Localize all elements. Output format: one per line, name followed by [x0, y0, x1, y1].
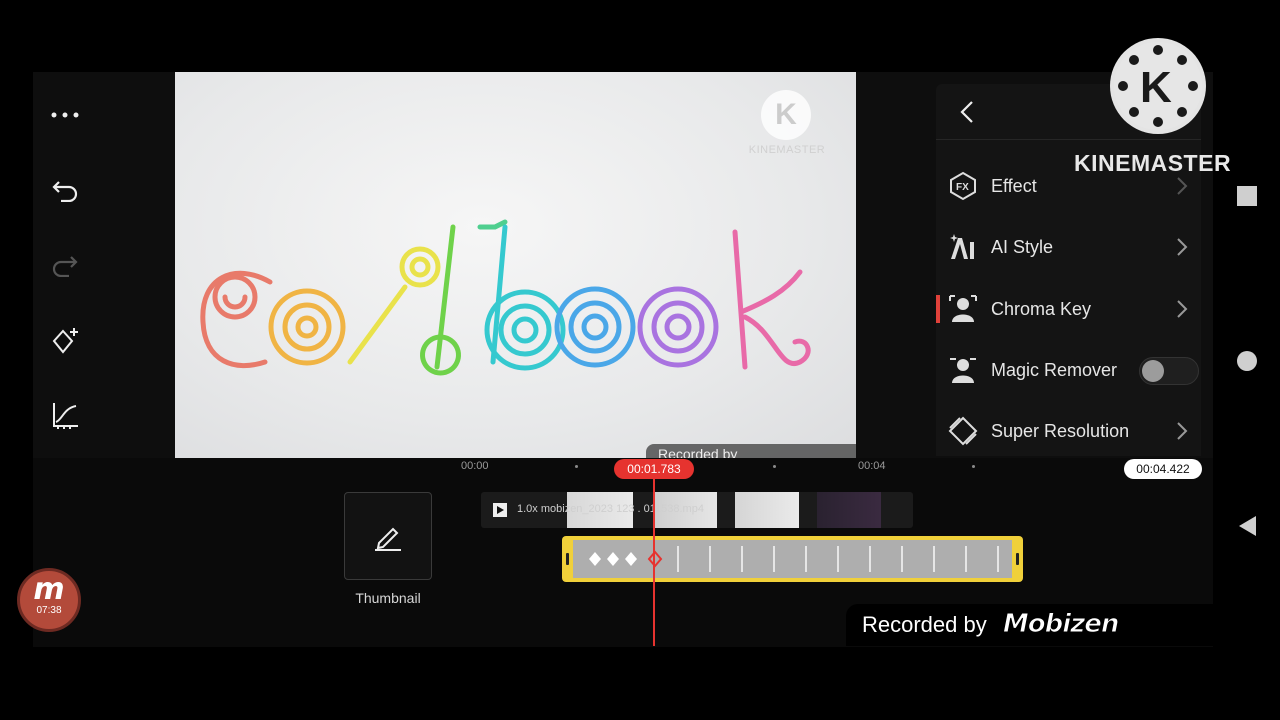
menu-item-ai-style[interactable]: AI Style [936, 221, 1201, 273]
active-indicator [936, 295, 940, 323]
svg-text:FX: FX [956, 182, 969, 193]
svg-text:K: K [1140, 63, 1172, 112]
chevron-right-icon [1177, 422, 1188, 440]
settings-panel: FX Effect AI Style Chroma Key Magic Remo… [936, 84, 1201, 456]
menu-item-magic-remover[interactable]: Magic Remover [936, 344, 1201, 396]
trim-handle-left[interactable] [566, 553, 569, 565]
more-menu-icon[interactable] [47, 97, 83, 133]
layer-keyframes [573, 540, 1012, 578]
total-duration: 00:04.422 [1124, 459, 1202, 479]
ruler-tick [773, 465, 776, 468]
clip-thumbnail [735, 492, 799, 528]
clip-thumbnail [817, 492, 881, 528]
kinemaster-brand-text: KINEMASTER [1074, 150, 1232, 176]
stop-icon[interactable] [1236, 185, 1258, 212]
title-layer-clip[interactable] [562, 536, 1023, 582]
super-resolution-icon [948, 416, 978, 446]
mobizen-logo: Mobizen [1002, 609, 1120, 640]
back-icon[interactable] [956, 98, 980, 126]
kinemaster-brand-logo: K [1110, 38, 1206, 134]
pencil-icon [375, 527, 401, 551]
mobizen-record-badge[interactable]: m 07:38 [17, 568, 81, 632]
kinemaster-watermark: K KINEMASTER [749, 90, 825, 156]
kinemaster-logo-icon: K [761, 90, 811, 140]
magic-remover-toggle[interactable] [1139, 357, 1199, 385]
chevron-right-icon [1177, 300, 1188, 318]
recorder-watermark: Recorded by [646, 444, 856, 458]
menu-item-chroma-key[interactable]: Chroma Key [936, 283, 1201, 335]
playhead[interactable] [653, 478, 655, 646]
fx-icon: FX [948, 171, 978, 201]
playhead-time: 00:01.783 [614, 459, 694, 479]
ruler-tick [575, 465, 578, 468]
thumbnail-label: Thumbnail [355, 590, 421, 606]
record-dot-icon[interactable] [1236, 350, 1258, 377]
back-triangle-icon[interactable] [1236, 514, 1258, 543]
coolbook-title-art [200, 219, 811, 376]
magic-remover-icon [948, 355, 978, 385]
ai-style-icon [948, 232, 978, 262]
thumbnail-button[interactable] [344, 492, 432, 580]
chroma-key-icon [948, 294, 978, 324]
graph-icon[interactable] [47, 397, 83, 433]
chevron-right-icon [1177, 177, 1188, 195]
toggle-knob [1142, 360, 1164, 382]
trim-handle-right[interactable] [1016, 553, 1019, 565]
video-preview[interactable]: K KINEMASTER Recorded by [175, 72, 856, 458]
kinemaster-logo-icon: K [1114, 42, 1202, 130]
video-clip[interactable]: 1.0x mobizen_2023 123 . 011538.mp4 [481, 492, 913, 528]
recorder-banner: Recorded by Mobizen [846, 604, 1216, 646]
play-clip-icon [493, 503, 507, 517]
keyframe-icon[interactable] [47, 322, 83, 358]
ruler-label-start: 00:00 [461, 460, 489, 472]
chevron-right-icon [1177, 238, 1188, 256]
menu-item-super-resolution[interactable]: Super Resolution [936, 405, 1201, 457]
ruler-tick [972, 465, 975, 468]
redo-icon[interactable] [47, 247, 83, 283]
undo-icon[interactable] [47, 172, 83, 208]
ruler-label-4s: 00:04 [858, 460, 886, 472]
